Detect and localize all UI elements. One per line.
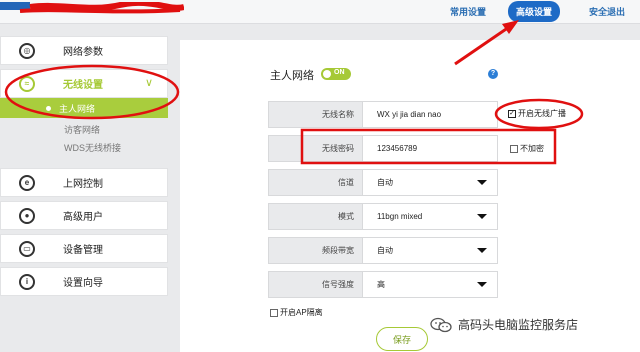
network-toggle[interactable]: ON [321, 68, 351, 80]
field-label: 信道 [269, 170, 363, 195]
control-icon: e [19, 174, 35, 191]
sidebar-item-access-control[interactable]: e 上网控制 [0, 168, 168, 197]
chevron-down-icon: ∨ [144, 77, 153, 89]
sidebar-item-label: 设备管理 [63, 245, 103, 256]
ap-isolation-checkbox[interactable]: 开启AP隔离 [270, 307, 323, 318]
sidebar-subitem-host-network[interactable]: 主人网络 [0, 98, 168, 118]
wifi-icon: ≈ [19, 75, 35, 92]
content-panel [180, 40, 640, 352]
field-mode: 模式 11bgn mixed [268, 203, 498, 230]
tab-advanced-settings[interactable]: 高级设置 [508, 1, 561, 22]
sidebar-item-label: 上网控制 [63, 179, 103, 190]
user-icon: ● [19, 207, 35, 224]
sidebar-item-label: 高级用户 [63, 212, 103, 223]
sidebar-subitem-guest-network[interactable]: 访客网络 [64, 123, 100, 136]
globe-icon: ◎ [19, 42, 35, 59]
device-icon: ▭ [19, 240, 35, 257]
sidebar-item-advanced-user[interactable]: ● 高级用户 [0, 201, 168, 230]
bullet-icon [46, 105, 51, 111]
sidebar-item-wireless[interactable]: ≈ 无线设置 ∨ [0, 69, 168, 98]
top-bar: 常用设置 高级设置 安全退出 [0, 0, 640, 24]
wechat-icon [430, 317, 452, 332]
redacted-logo [0, 2, 184, 14]
field-channel: 信道 自动 [268, 169, 498, 196]
checkbox-box [270, 308, 278, 317]
field-ssid: 无线名称 WX yi jia dian nao [268, 101, 498, 128]
help-icon[interactable]: ? [488, 69, 498, 79]
mode-select[interactable]: 11bgn mixed [363, 204, 497, 229]
field-label: 频段带宽 [269, 238, 363, 263]
sidebar-item-label: 设置向导 [63, 278, 103, 289]
field-password: 无线密码 123456789 [268, 135, 498, 162]
signal-strength-select[interactable]: 高 [363, 272, 497, 297]
field-label: 无线名称 [269, 102, 363, 127]
toggle-knob [323, 70, 331, 78]
sidebar-item-label: 无线设置 [63, 80, 103, 91]
field-signal-strength: 信号强度 高 [268, 271, 498, 298]
info-icon: i [19, 273, 35, 290]
checkmark-icon: ✓ [508, 109, 516, 118]
password-input[interactable]: 123456789 [363, 136, 497, 161]
dropdown-arrow-icon [477, 214, 487, 219]
channel-select[interactable]: 自动 [363, 170, 497, 195]
bandwidth-select[interactable]: 自动 [363, 238, 497, 263]
dropdown-arrow-icon [477, 248, 487, 253]
tab-common-settings[interactable]: 常用设置 [450, 5, 486, 18]
checkbox-box [510, 144, 518, 153]
sidebar-subitem-wds-bridge[interactable]: WDS无线桥接 [64, 141, 121, 154]
field-bandwidth: 频段带宽 自动 [268, 237, 498, 264]
field-label: 模式 [269, 204, 363, 229]
save-button[interactable]: 保存 [376, 327, 428, 351]
dropdown-arrow-icon [477, 180, 487, 185]
field-label: 信号强度 [269, 272, 363, 297]
ssid-input[interactable]: WX yi jia dian nao [363, 102, 497, 127]
field-label: 无线密码 [269, 136, 363, 161]
sidebar-item-device-management[interactable]: ▭ 设备管理 [0, 234, 168, 263]
sidebar-item-setup-wizard[interactable]: i 设置向导 [0, 267, 168, 296]
watermark: 高码头电脑监控服务店 [430, 316, 578, 333]
sidebar-item-network-params[interactable]: ◎ 网络参数 [0, 36, 168, 65]
broadcast-checkbox[interactable]: ✓ 开启无线广播 [508, 108, 566, 119]
dropdown-arrow-icon [477, 282, 487, 287]
logout-link[interactable]: 安全退出 [589, 5, 625, 18]
no-encrypt-checkbox[interactable]: 不加密 [510, 143, 544, 154]
sidebar-item-label: 网络参数 [63, 47, 103, 58]
page-title: 主人网络 [270, 70, 314, 82]
sidebar: ◎ 网络参数 ≈ 无线设置 ∨ 主人网络 访客网络 WDS无线桥接 e 上网控制… [0, 32, 168, 352]
